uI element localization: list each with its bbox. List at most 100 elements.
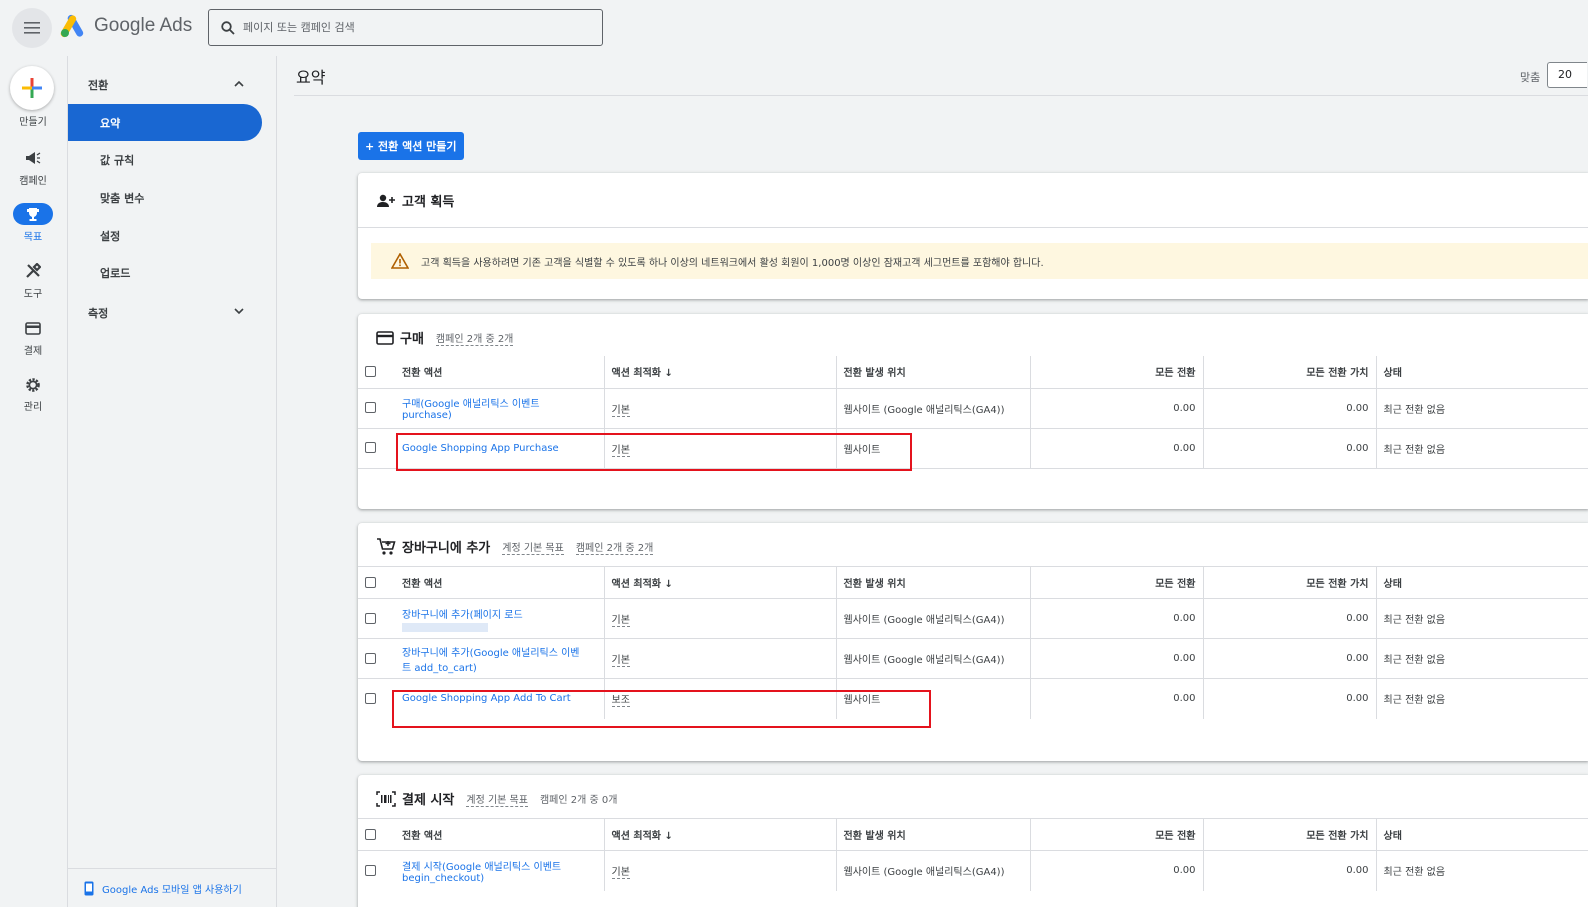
conversion-action-link[interactable]: 장바구니에 추가(페이지 로드 [395,598,604,639]
chevron-up-icon[interactable] [234,80,244,87]
row-checkbox[interactable] [365,693,376,704]
sidebar-item-summary[interactable]: 요약 [68,104,262,141]
action-optimization[interactable]: 기본 [611,655,630,667]
sidebar-item-uploads[interactable]: 업로드 [68,254,262,291]
conversion-action-link[interactable]: 결제 시작(Google 애널리틱스 이벤트 begin_checkout) [395,850,604,891]
table-row: 장바구니에 추가(Google 애널리틱스 이벤 트 add_to_cart) 기… [358,638,1588,679]
menu-icon[interactable] [12,8,52,48]
rail-label-admin[interactable]: 관리 [0,398,66,413]
col-all-conversions[interactable]: 모든 전환 [1029,356,1203,388]
col-conversion-source[interactable]: 전환 발생 위치 [835,566,1030,599]
checkout-campaign-count: 캠페인 2개 중 0개 [539,795,618,806]
sidebar-item-value-rules[interactable]: 값 규칙 [68,141,262,178]
tools-icon[interactable] [13,260,53,282]
divider [358,227,1588,228]
trophy-icon[interactable] [13,203,53,225]
cart-campaign-count[interactable]: 캠페인 2개 중 2개 [575,539,654,555]
sidebar-section-measurement[interactable]: 측정 [88,305,108,321]
row-checkbox[interactable] [365,402,376,414]
rail-label-create[interactable]: 만들기 [0,113,66,128]
status: 최근 전환 없음 [1375,427,1588,468]
conversion-action-link[interactable]: 구매(Google 애널리틱스 이벤트 purchase) [395,387,604,428]
phone-icon [84,881,94,896]
col-all-conv-value[interactable]: 모든 전환 가치 [1202,566,1376,599]
plus-icon [22,78,42,98]
col-action-optimization[interactable]: 액션 최적화 ↓ [603,356,836,388]
select-all-checkbox[interactable] [365,828,376,840]
warning-icon [391,253,409,269]
col-conversion-action[interactable]: 전환 액션 [395,356,604,388]
megaphone-icon[interactable] [13,147,53,169]
table-row: 결제 시작(Google 애널리틱스 이벤트 begin_checkout) 기본… [358,850,1588,891]
select-all-checkbox[interactable] [365,576,376,588]
app-name: Google Ads [94,15,193,36]
col-action-optimization[interactable]: 액션 최적화 ↓ [603,566,836,599]
credit-card-icon[interactable] [13,317,53,339]
col-all-conv-value[interactable]: 모든 전환 가치 [1202,356,1376,388]
row-checkbox[interactable] [365,442,376,454]
col-status[interactable]: 상태 [1375,818,1588,851]
all-conversions: 0.00 [1029,678,1203,719]
table-header-row: 전환 액션 액션 최적화 ↓ 전환 발생 위치 모든 전환 모든 전환 가치 상… [358,566,1588,599]
purchase-title: 구매 [400,332,424,347]
rail-label-tools[interactable]: 도구 [0,285,66,300]
arrow-down-icon: ↓ [664,579,673,590]
col-all-conversions[interactable]: 모든 전환 [1029,566,1203,599]
conversion-source: 웹사이트 (Google 애널리틱스(GA4)) [835,638,1030,679]
col-status[interactable]: 상태 [1375,566,1588,599]
redacted-text [402,622,488,632]
rail-label-goals[interactable]: 목표 [0,228,66,243]
checkout-goal-type[interactable]: 계정 기본 목표 [466,791,528,807]
col-conversion-action[interactable]: 전환 액션 [395,818,604,851]
action-optimization[interactable]: 기본 [611,867,630,880]
highlight-box-purchase [396,433,912,471]
google-ads-logo[interactable]: Google Ads [60,14,192,38]
conversion-source: 웹사이트 (Google 애널리틱스(GA4)) [835,387,1030,428]
all-conversions: 0.00 [1029,387,1203,428]
row-checkbox[interactable] [365,652,376,664]
conversion-action-line2: purchase) [402,410,452,421]
create-conversion-action-button[interactable]: + 전환 액션 만들기 [358,132,464,160]
select-all-checkbox[interactable] [365,366,376,377]
mobile-app-link[interactable]: Google Ads 모바일 앱 사용하기 [68,868,276,896]
status: 최근 전환 없음 [1375,850,1588,891]
conversion-source: 웹사이트 (Google 애널리틱스(GA4)) [835,598,1030,639]
row-checkbox[interactable] [365,865,376,876]
col-conversion-source[interactable]: 전환 발생 위치 [835,356,1030,388]
row-checkbox[interactable] [365,612,376,624]
cart-title: 장바구니에 추가 [402,541,491,556]
table-row: 장바구니에 추가(페이지 로드 기본 웹사이트 (Google 애널리틱스(GA… [358,598,1588,639]
action-optimization[interactable]: 기본 [611,404,630,417]
conversion-source: 웹사이트 (Google 애널리틱스(GA4)) [835,850,1030,891]
divider [294,95,1588,96]
col-status[interactable]: 상태 [1375,356,1588,388]
mobile-app-link-label[interactable]: Google Ads 모바일 앱 사용하기 [102,881,242,896]
rail-label-campaign[interactable]: 캠페인 [0,172,66,187]
sidebar-item-custom-variables[interactable]: 맞춤 변수 [68,179,262,216]
sidebar-item-settings[interactable]: 설정 [68,217,262,254]
fit-select[interactable]: 20 [1547,62,1587,88]
chevron-down-icon[interactable] [234,308,244,315]
all-conv-value: 0.00 [1202,598,1376,639]
conversion-action-link[interactable]: 장바구니에 추가(Google 애널리틱스 이벤 트 add_to_cart) [395,638,604,679]
all-conv-value: 0.00 [1202,638,1376,679]
rail-label-billing[interactable]: 결제 [0,342,66,357]
purchase-campaign-count[interactable]: 캠페인 2개 중 2개 [435,330,514,346]
col-conversion-action[interactable]: 전환 액션 [395,566,604,599]
col-all-conversions[interactable]: 모든 전환 [1029,818,1203,851]
action-optimization[interactable]: 기본 [611,615,630,627]
search-box[interactable] [208,9,603,46]
cart-goal-type[interactable]: 계정 기본 목표 [502,539,564,555]
sidebar-section-conversions[interactable]: 전환 [88,77,108,93]
arrow-down-icon: ↓ [664,368,673,380]
col-all-conv-value[interactable]: 모든 전환 가치 [1202,818,1376,851]
gear-icon[interactable] [13,374,53,396]
begin-checkout-card: 결제 시작 계정 기본 목표 캠페인 2개 중 0개 전환 액션 액션 최적화 … [358,775,1588,907]
create-button[interactable] [10,66,54,110]
col-action-optimization-label: 액션 최적화 [611,579,661,590]
main-content: 요약 맞춤 20 + 전환 액션 만들기 고객 획득 고객 획득을 사용하려면 … [294,56,1588,907]
search-input[interactable] [243,21,583,34]
col-action-optimization[interactable]: 액션 최적화 ↓ [603,818,836,851]
col-conversion-source[interactable]: 전환 발생 위치 [835,818,1030,851]
checkout-title: 결제 시작 [402,793,455,808]
